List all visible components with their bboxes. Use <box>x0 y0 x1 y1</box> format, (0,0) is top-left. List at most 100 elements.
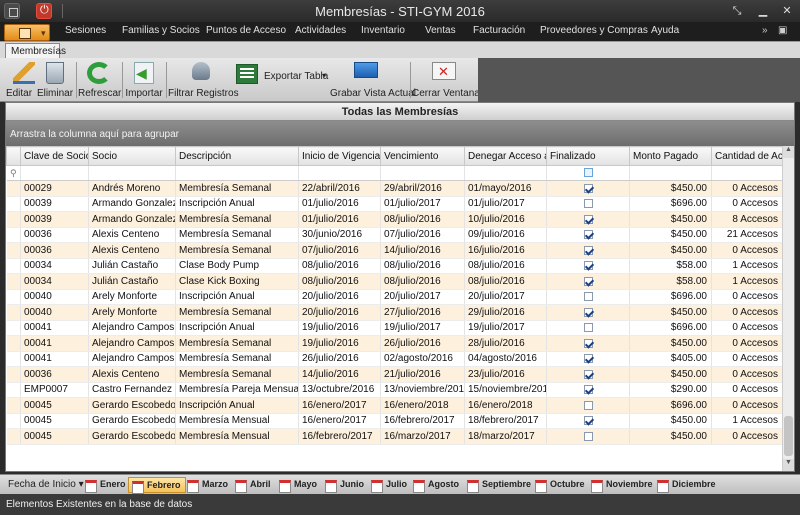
column-header-denegar[interactable]: Denegar Acceso a... <box>464 146 547 166</box>
month-julio[interactable]: Julio <box>368 477 411 493</box>
cell-finalizado[interactable] <box>546 382 630 398</box>
filter-cell[interactable] <box>20 165 89 181</box>
row-indicator[interactable] <box>6 180 21 197</box>
table-row[interactable]: 00034 Julián Castaño Clase Body Pump 08/jul… <box>6 258 783 274</box>
cell-finalizado[interactable] <box>546 289 630 305</box>
row-indicator[interactable] <box>6 335 21 352</box>
column-header-socio[interactable]: Socio <box>88 146 176 166</box>
tab-ayuda[interactable]: Ayuda <box>651 25 679 36</box>
cell-finalizado[interactable] <box>546 211 630 228</box>
refresh-button[interactable]: Refrescar <box>78 58 121 102</box>
filter-cell[interactable] <box>175 165 299 181</box>
edit-button[interactable]: Editar <box>4 58 35 102</box>
month-agosto[interactable]: Agosto <box>410 477 463 493</box>
cell-finalizado[interactable] <box>546 366 630 383</box>
filter-cell[interactable] <box>88 165 176 181</box>
finalizado-checkbox[interactable] <box>583 183 593 193</box>
column-header-finalizado[interactable]: Finalizado <box>546 146 630 166</box>
month-febrero[interactable]: Febrero <box>128 477 186 494</box>
tab-familias-y-socios[interactable]: Familias y Socios <box>122 25 200 36</box>
table-row[interactable]: 00039 Armando Gonzalez Membresía Semanal 01… <box>6 211 783 228</box>
filter-cell[interactable] <box>629 165 712 181</box>
table-row[interactable]: 00045 Gerardo Escobedo Membresía Mensual 16… <box>6 413 783 429</box>
table-row[interactable]: 00036 Alexis Centeno Membresía Semanal 30/j… <box>6 227 783 243</box>
table-row[interactable]: 00041 Alejandro Campos Membresía Semanal 19… <box>6 335 783 352</box>
tab-facturacion[interactable]: Facturación <box>473 25 525 36</box>
row-indicator[interactable] <box>6 413 21 429</box>
cell-finalizado[interactable] <box>546 397 630 414</box>
row-indicator[interactable] <box>6 366 21 383</box>
month-abril[interactable]: Abril <box>232 477 275 493</box>
cell-finalizado[interactable] <box>546 413 630 429</box>
filter-icon[interactable]: ⚲ <box>6 165 21 181</box>
row-indicator[interactable] <box>6 289 21 305</box>
column-header-inicio[interactable]: Inicio de Vigencia <box>298 146 381 166</box>
filter-cell[interactable] <box>464 165 547 181</box>
month-mayo[interactable]: Mayo <box>276 477 321 493</box>
finalizado-checkbox[interactable] <box>583 354 593 364</box>
row-indicator[interactable] <box>6 397 21 414</box>
month-septiembre[interactable]: Septiembre <box>464 477 535 493</box>
column-header-vencimiento[interactable]: Vencimiento <box>380 146 465 166</box>
filter-cell-finalizado[interactable] <box>546 165 630 181</box>
table-row[interactable]: 00045 Gerardo Escobedo Inscripción Anual 16… <box>6 397 783 414</box>
finalizado-checkbox[interactable] <box>583 292 593 302</box>
tab-puntos-de-acceso[interactable]: Puntos de Acceso <box>206 25 286 36</box>
table-row[interactable]: 00034 Julián Castaño Clase Kick Boxing 08/j… <box>6 273 783 290</box>
tab-ventas[interactable]: Ventas <box>425 25 456 36</box>
table-row[interactable]: 00045 Gerardo Escobedo Membresía Mensual 16… <box>6 428 783 445</box>
tab-sesiones[interactable]: Sesiones <box>65 25 106 36</box>
document-tab-membresias[interactable]: Membresías <box>5 43 66 59</box>
table-row[interactable]: 00040 Arely Monforte Membresía Semanal 20/j… <box>6 304 783 321</box>
finalizado-checkbox[interactable] <box>583 338 593 348</box>
table-row[interactable]: EMP0007 Castro Fernandez Membresía Pareja … <box>6 382 783 398</box>
cell-finalizado[interactable] <box>546 273 630 290</box>
table-row[interactable]: 00036 Alexis Centeno Membresía Semanal 07/j… <box>6 242 783 259</box>
cell-finalizado[interactable] <box>546 180 630 197</box>
table-row[interactable]: 00039 Armando Gonzalez Inscripción Anual 01… <box>6 196 783 212</box>
row-indicator[interactable] <box>6 273 21 290</box>
row-indicator[interactable] <box>6 351 21 367</box>
scroll-thumb[interactable] <box>784 416 793 456</box>
month-diciembre[interactable]: Diciembre <box>654 477 720 493</box>
scroll-up-icon[interactable]: ▲ <box>783 146 794 158</box>
column-header-descripcion[interactable]: Descripción <box>175 146 299 166</box>
vertical-scrollbar[interactable]: ▲ ▼ <box>782 146 794 471</box>
row-indicator[interactable] <box>6 320 21 336</box>
table-row[interactable]: 00036 Alexis Centeno Membresía Semanal 14/j… <box>6 366 783 383</box>
finalizado-checkbox[interactable] <box>583 400 593 410</box>
record-view-button[interactable]: Grabar Vista Actual <box>330 58 416 102</box>
month-octubre[interactable]: Octubre <box>532 477 589 493</box>
cell-finalizado[interactable] <box>546 258 630 274</box>
finalizado-checkbox[interactable] <box>583 245 593 255</box>
filter-checkbox[interactable] <box>583 168 593 178</box>
import-button[interactable]: Importar <box>124 58 164 102</box>
scroll-down-icon[interactable]: ▼ <box>783 459 794 471</box>
group-by-panel[interactable]: Arrastra la columna aquí para agrupar <box>6 121 794 146</box>
month-filter-dropdown[interactable]: Fecha de Inicio ▾ <box>8 479 84 490</box>
cell-finalizado[interactable] <box>546 196 630 212</box>
filter-cell[interactable] <box>380 165 465 181</box>
finalizado-checkbox[interactable] <box>583 199 593 209</box>
row-indicator[interactable] <box>6 196 21 212</box>
cell-finalizado[interactable] <box>546 335 630 352</box>
resize-icon[interactable]: ⤡ <box>726 2 748 20</box>
filter-cell[interactable] <box>298 165 381 181</box>
finalizado-checkbox[interactable] <box>583 276 593 286</box>
cell-finalizado[interactable] <box>546 304 630 321</box>
table-row[interactable]: 00041 Alejandro Campos Inscripción Anual 19… <box>6 320 783 336</box>
table-row[interactable]: 00041 Alejandro Campos Membresía Semanal 26… <box>6 351 783 367</box>
cell-finalizado[interactable] <box>546 428 630 445</box>
row-indicator[interactable] <box>6 242 21 259</box>
tab-inventario[interactable]: Inventario <box>361 25 405 36</box>
month-junio[interactable]: Junio <box>322 477 368 493</box>
table-row[interactable]: 00040 Arely Monforte Inscripción Anual 20/j… <box>6 289 783 305</box>
column-header-clave[interactable]: Clave de Socio <box>20 146 89 166</box>
finalizado-checkbox[interactable] <box>583 214 593 224</box>
column-header-monto[interactable]: Monto Pagado <box>629 146 712 166</box>
month-marzo[interactable]: Marzo <box>184 477 232 493</box>
export-table-button[interactable]: Exportar Tabla ▾ <box>236 58 328 102</box>
row-indicator[interactable] <box>6 382 21 398</box>
cell-finalizado[interactable] <box>546 242 630 259</box>
cell-finalizado[interactable] <box>546 227 630 243</box>
